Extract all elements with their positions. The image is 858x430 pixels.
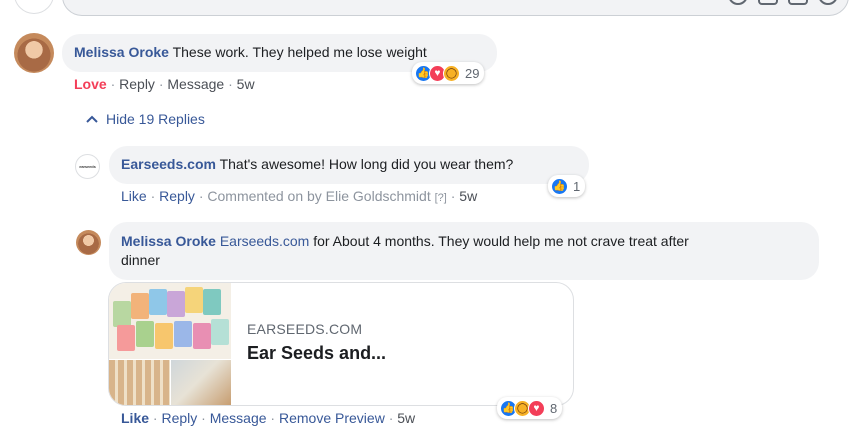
separator: · (270, 410, 276, 426)
comment-input[interactable] (79, 0, 679, 3)
separator: · (450, 188, 456, 204)
sticker-icon[interactable] (818, 0, 838, 5)
help-marker[interactable]: [?] (435, 192, 447, 204)
like-reaction-icon: 👍 (551, 177, 568, 195)
reply-timestamp[interactable]: 5w (459, 188, 477, 204)
separator: · (198, 188, 204, 204)
reply-text: That's awesome! How long did you wear th… (219, 156, 514, 172)
message-link[interactable]: Message (167, 76, 224, 92)
avatar-logo-text: earseeds (79, 164, 96, 169)
reply-link[interactable]: Reply (119, 76, 155, 92)
love-reaction-button[interactable]: Love (74, 76, 107, 92)
separator: · (110, 76, 116, 92)
chevron-up-icon (86, 115, 98, 123)
reply-reaction-summary[interactable]: 👍 1 (548, 175, 586, 197)
earseeds-avatar[interactable]: earseeds (75, 154, 100, 179)
link-preview-title[interactable]: Ear Seeds and... (247, 343, 386, 364)
hide-replies-label: Hide 19 Replies (106, 111, 205, 127)
reply-bubble: Earseeds.com That's awesome! How long di… (109, 146, 589, 184)
comment-timestamp[interactable]: 5w (237, 76, 255, 92)
emoji-icon[interactable] (728, 0, 748, 5)
separator: · (150, 188, 156, 204)
reply-link[interactable]: Reply (159, 188, 195, 204)
remove-preview-link[interactable]: Remove Preview (279, 410, 385, 426)
separator: · (152, 410, 158, 426)
separator: · (388, 410, 394, 426)
composer-icons (728, 0, 838, 5)
comment-actions: Love · Reply · Message · 5w (74, 76, 255, 92)
camera-icon[interactable] (758, 0, 778, 5)
reaction-count: 29 (465, 65, 480, 81)
reply-reaction-summary[interactable]: 👍 ◯ ♥ 8 (497, 397, 563, 419)
message-link[interactable]: Message (210, 410, 267, 426)
hide-replies-toggle[interactable]: Hide 19 Replies (86, 111, 205, 127)
reply-link[interactable]: Reply (161, 410, 197, 426)
comment-composer[interactable] (62, 0, 849, 16)
like-button[interactable]: Like (121, 410, 149, 426)
separator: · (158, 76, 164, 92)
love-reaction-icon: ♥ (528, 399, 545, 417)
reply-author[interactable]: Melissa Oroke (121, 233, 216, 249)
reply-timestamp[interactable]: 5w (397, 410, 415, 426)
reply-actions: Like · Reply · Message · Remove Preview … (121, 410, 415, 426)
separator: · (201, 410, 206, 426)
link-preview-domain: EARSEEDS.COM (247, 321, 363, 337)
mention-link[interactable]: Earseeds.com (220, 233, 309, 249)
comment-text: These work. They helped me lose weight (172, 44, 427, 60)
commenter-avatar[interactable] (14, 33, 54, 73)
link-preview-card[interactable]: EARSEEDS.COM Ear Seeds and... (108, 282, 574, 406)
commenter-avatar[interactable] (76, 230, 101, 255)
current-user-avatar (14, 0, 54, 14)
reaction-count: 1 (573, 178, 581, 194)
separator: · (228, 76, 233, 92)
like-button[interactable]: Like (121, 188, 147, 204)
commented-on-text: Commented on by Elie Goldschmidt (207, 188, 431, 204)
link-preview-image (109, 283, 231, 405)
reaction-count: 8 (550, 400, 558, 416)
reply-author[interactable]: Earseeds.com (121, 156, 216, 172)
comment-author[interactable]: Melissa Oroke (74, 44, 169, 60)
reply-text: for About 4 months. They would help me n… (309, 233, 689, 249)
gif-icon[interactable] (788, 0, 808, 5)
reply-bubble: Melissa Oroke Earseeds.com for About 4 m… (109, 222, 819, 280)
reply-text-continued: dinner (121, 252, 160, 268)
reply-actions: Like · Reply · Commented on by Elie Gold… (121, 188, 477, 204)
wow-reaction-icon: ◯ (443, 64, 460, 82)
reaction-summary[interactable]: 👍 ♥ ◯ 29 (412, 62, 485, 84)
